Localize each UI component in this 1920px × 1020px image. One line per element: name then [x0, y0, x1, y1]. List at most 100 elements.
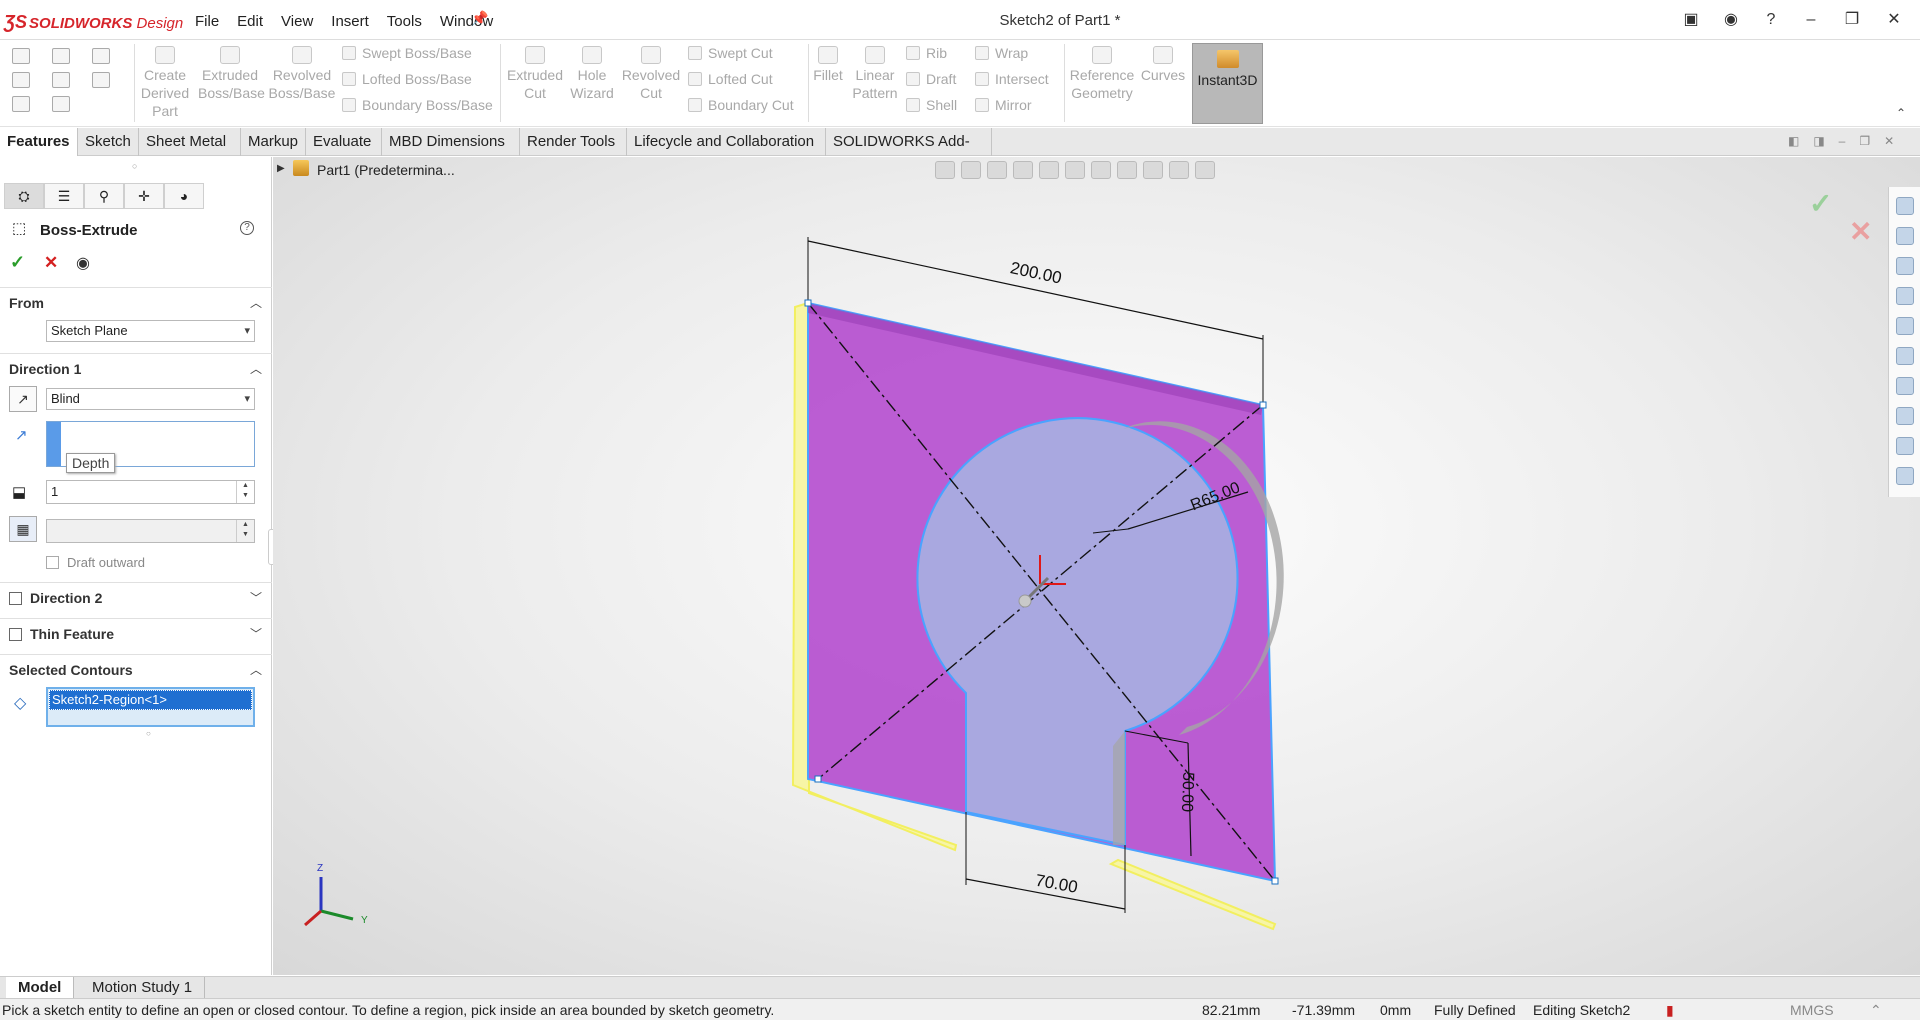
sketch-point[interactable] [804, 299, 812, 307]
collapse-chevron-icon[interactable]: ︿ [250, 288, 262, 318]
direction-2-checkbox[interactable] [9, 592, 22, 605]
command-search-icon[interactable]: ▣ [1679, 8, 1703, 32]
help-icon[interactable]: ? [1759, 8, 1783, 32]
section-direction-1[interactable]: Direction 1 ︿ [0, 353, 272, 383]
property-manager-tab-icon[interactable]: ☰ [44, 183, 84, 209]
shell-button[interactable]: Shell [906, 97, 957, 113]
resize-handle-icon[interactable]: ○ [146, 729, 151, 738]
wrap-button[interactable]: Wrap [975, 45, 1028, 61]
tab-sheet-metal[interactable]: Sheet Metal [139, 128, 241, 156]
dimxpert-tab-icon[interactable]: ✛ [124, 183, 164, 209]
preview-eye-icon[interactable]: ◉ [76, 253, 90, 273]
swept-cut-button[interactable]: Swept Cut [688, 45, 773, 61]
close-window-icon[interactable]: ✕ [1882, 8, 1906, 32]
sketch-point[interactable] [814, 775, 822, 783]
tab-addins[interactable]: SOLIDWORKS Add-Ins [826, 128, 992, 177]
separator [808, 44, 809, 122]
status-z: 0mm [1380, 1002, 1412, 1018]
intersect-button[interactable]: Intersect [975, 71, 1049, 87]
lofted-cut-button[interactable]: Lofted Cut [688, 71, 773, 87]
contours-selection-box[interactable]: Sketch2-Region<1> [46, 687, 255, 727]
fillet-button[interactable]: Fillet [810, 46, 846, 84]
curves-button[interactable]: Curves [1140, 46, 1186, 84]
restore-icon[interactable]: ❐ [1840, 8, 1864, 32]
swept-boss-button[interactable]: Swept Boss/Base [342, 45, 472, 61]
user-account-icon[interactable]: ◉ [1719, 8, 1743, 32]
extrude-drag-handle[interactable] [1018, 594, 1032, 608]
tab-evaluate[interactable]: Evaluate [306, 128, 382, 156]
collapse-toolbar-icon[interactable]: ⌃ [1896, 106, 1906, 120]
feature-tree-tab-icon[interactable]: ⛭ [4, 183, 44, 209]
tab-features[interactable]: Features [0, 128, 78, 156]
boundary-cut-button[interactable]: Boundary Cut [688, 97, 794, 113]
section-direction-2[interactable]: Direction 2 ﹀ [0, 582, 272, 612]
draft-toggle-icon[interactable]: ▦ [9, 516, 37, 542]
draft-angle-input[interactable]: ▲ ▼ [46, 519, 255, 543]
depth-input[interactable]: 1 ▲ ▼ [46, 480, 255, 504]
graphics-area[interactable]: ▶ Part1 (Predetermina... ✓ ✕ 200.00 R65.… [273, 157, 1920, 975]
reverse-direction-icon[interactable]: ↗ [9, 386, 37, 412]
save-icon[interactable] [52, 48, 70, 64]
draft-outward-checkbox[interactable]: Draft outward [46, 555, 145, 570]
config-manager-tab-icon[interactable]: ⚲ [84, 183, 124, 209]
model-canvas[interactable]: 200.00 R65.00 50.00 70.00 Z Y [273, 157, 1920, 975]
options-gear-icon[interactable] [52, 96, 70, 112]
section-selected-contours[interactable]: Selected Contours ︿ [0, 654, 272, 684]
expand-chevron-icon[interactable]: ﹀ [250, 583, 262, 613]
revolved-boss-button[interactable]: Revolved Boss/Base [268, 46, 336, 102]
extruded-boss-button[interactable]: Extruded Boss/Base [198, 46, 265, 102]
title-bar: ƷS SOLIDWORKS Design File Edit View Inser… [0, 0, 1920, 40]
units-dropdown-icon[interactable]: ⌃ [1870, 999, 1882, 1020]
derived-part-icon [155, 46, 175, 64]
expand-chevron-icon[interactable]: ﹀ [250, 619, 262, 649]
tab-sketch[interactable]: Sketch [78, 128, 139, 156]
spin-arrows-icon[interactable]: ▲ ▼ [236, 481, 254, 503]
rebuild-icon[interactable] [52, 72, 70, 88]
print-icon[interactable] [12, 96, 30, 112]
mirror-button[interactable]: Mirror [975, 97, 1032, 113]
undo-icon[interactable] [92, 48, 110, 64]
boundary-boss-button[interactable]: Boundary Boss/Base [342, 97, 493, 113]
sketch-point[interactable] [1259, 401, 1267, 409]
thin-feature-checkbox[interactable] [9, 628, 22, 641]
section-from[interactable]: From ︿ [0, 287, 272, 317]
unit-system[interactable]: MMGS [1790, 999, 1834, 1020]
spin-arrows-icon[interactable]: ▲ ▼ [236, 520, 254, 542]
document-window-controls[interactable]: ◧◨–❐✕ [1788, 134, 1908, 148]
rib-button[interactable]: Rib [906, 45, 947, 61]
tab-render-tools[interactable]: Render Tools [520, 128, 627, 156]
rebuild-indicator-icon[interactable]: ▮ [1666, 999, 1674, 1020]
hole-wizard-button[interactable]: Hole Wizard [567, 46, 617, 102]
home-icon[interactable] [12, 48, 30, 64]
extruded-cut-button[interactable]: Extruded Cut [505, 46, 565, 102]
reference-geometry-button[interactable]: Reference Geometry [1066, 46, 1138, 102]
tab-model[interactable]: Model [6, 977, 75, 999]
collapse-chevron-icon[interactable]: ︿ [250, 655, 262, 685]
help-icon[interactable]: ? [240, 221, 254, 235]
sketch-point[interactable] [1271, 877, 1279, 885]
lofted-boss-button[interactable]: Lofted Boss/Base [342, 71, 472, 87]
section-thin-feature[interactable]: Thin Feature ﹀ [0, 618, 272, 648]
ok-check-icon[interactable]: ✓ [10, 252, 25, 273]
revolved-cut-button[interactable]: Revolved Cut [620, 46, 682, 102]
cancel-x-icon[interactable]: ✕ [44, 253, 58, 273]
panel-splitter-dot[interactable]: ○ [132, 161, 137, 171]
linear-pattern-button[interactable]: Linear Pattern [848, 46, 902, 102]
dimension-height[interactable]: 50.00 [1178, 772, 1196, 813]
tab-mbd-dimensions[interactable]: MBD Dimensions [382, 128, 520, 156]
instant3d-button[interactable]: Instant3D [1192, 43, 1263, 124]
collapse-chevron-icon[interactable]: ︿ [250, 354, 262, 384]
tab-lifecycle[interactable]: Lifecycle and Collaboration [627, 128, 826, 156]
from-select[interactable]: Sketch Plane ▾ [46, 320, 255, 342]
contour-list-item[interactable]: Sketch2-Region<1> [49, 690, 252, 710]
create-derived-part-button[interactable]: Create Derived Part [139, 46, 191, 120]
tab-markup[interactable]: Markup [241, 128, 306, 156]
display-manager-tab-icon[interactable]: ◕ [164, 183, 204, 209]
tab-motion-study[interactable]: Motion Study 1 [80, 977, 206, 999]
dimension-width[interactable]: 200.00 [1009, 258, 1064, 287]
end-condition-select[interactable]: Blind ▾ [46, 388, 255, 410]
redo-icon[interactable] [92, 72, 110, 88]
new-document-icon[interactable] [12, 72, 30, 88]
draft-button[interactable]: Draft [906, 71, 956, 87]
minimize-icon[interactable]: – [1799, 8, 1823, 32]
